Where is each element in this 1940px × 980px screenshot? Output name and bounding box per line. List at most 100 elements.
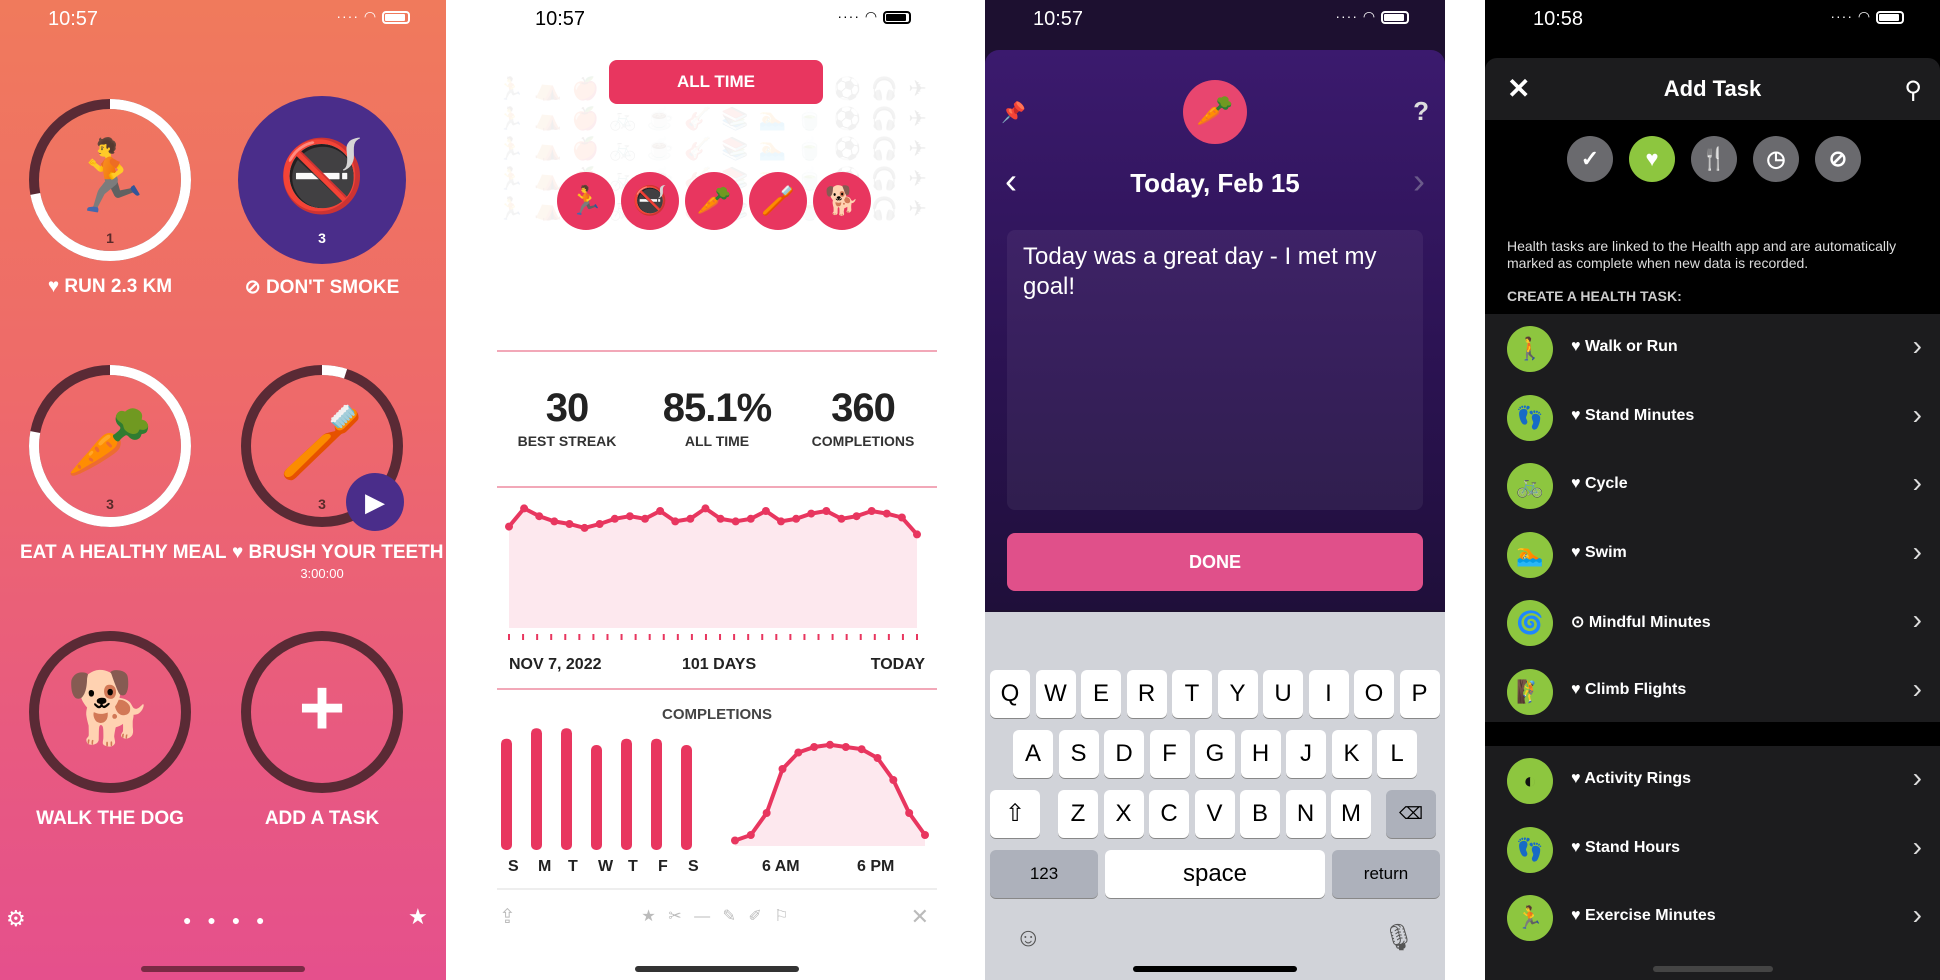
play-button[interactable]: ▶ [346,473,404,531]
hour-point [826,740,834,749]
carrot-icon[interactable]: 🥕 [685,172,743,230]
delete-key[interactable]: ⌫ [1386,790,1436,838]
close-icon[interactable]: ✕ [911,904,929,930]
star-icon[interactable]: ★ [408,904,428,930]
page-indicator[interactable]: ● ● ● ● [183,912,271,928]
list-item[interactable]: ◐ ♥ Activity Rings › [1485,746,1940,814]
prohibited-icon[interactable]: ⊘ [1815,136,1861,182]
key-s[interactable]: S [1058,730,1099,778]
key-i[interactable]: I [1308,670,1349,718]
pin-icon[interactable]: 📌 [1001,100,1026,125]
key-r[interactable]: R [1126,670,1167,718]
checkmark-icon[interactable]: ✓ [1567,136,1613,182]
key-d[interactable]: D [1104,730,1144,778]
key-q[interactable]: Q [990,670,1030,718]
trend-point [852,512,861,521]
chevron-right-icon: › [1912,604,1922,635]
heart-icon[interactable]: ♥ [1629,136,1675,182]
microphone-icon[interactable]: 🎙 [1382,922,1415,953]
list-item[interactable]: 🧗 ♥ Climb Flights › [1485,657,1940,725]
list-item[interactable]: 🏃 ♥ Exercise Minutes › [1485,883,1940,951]
help-icon[interactable]: ? [1413,96,1429,127]
task-walk-dog[interactable]: 🐕 WALK THE DOG [20,628,200,830]
key-n[interactable]: N [1285,790,1326,838]
task-add[interactable]: + ADD A TASK [232,628,412,830]
task-run[interactable]: 🏃 1 ♥ RUN 2.3 KM [20,96,200,298]
range-button[interactable]: ALL TIME [609,60,823,104]
key-c[interactable]: C [1149,790,1189,838]
sheet-title: Add Task [1663,76,1762,101]
list-item-label: ♥ Swim [1571,543,1627,561]
next-day-button[interactable]: › [1413,160,1425,202]
chevron-right-icon: › [1912,330,1922,361]
task-icon-strip: ★ ✂ — ✎ ✐ ⚐ [641,908,793,925]
no-smoking-icon[interactable]: 🚭 [621,172,679,230]
key-y[interactable]: Y [1217,670,1258,718]
list-item[interactable]: 🚲 ♥ Cycle › [1485,451,1940,519]
status-indicators: ···· ◠ [837,8,911,25]
key-g[interactable]: G [1195,730,1235,778]
key-t[interactable]: T [1172,670,1212,718]
key-v[interactable]: V [1194,790,1235,838]
fork-knife-icon[interactable]: 🍴 [1691,136,1737,182]
toothbrush-icon[interactable]: 🪥 [749,172,807,230]
emoji-icon[interactable]: ☺ [1015,922,1042,953]
space-key[interactable]: space [1105,850,1325,898]
list-item[interactable]: 🏊 ♥ Swim › [1485,520,1940,588]
day-label: S [688,858,699,875]
task-count: 1 [106,230,114,246]
key-u[interactable]: U [1263,670,1303,718]
swim-icon: 🏊 [1507,531,1553,578]
category-selector: ✓ ♥ 🍴 ◷ ⊘ [1567,136,1877,182]
gear-icon[interactable]: ⚙ [6,906,26,932]
numbers-key[interactable]: 123 [990,850,1098,898]
status-indicators: ···· ◠ [1830,8,1904,25]
key-h[interactable]: H [1240,730,1281,778]
key-z[interactable]: Z [1058,790,1098,838]
key-x[interactable]: X [1103,790,1144,838]
key-p[interactable]: P [1399,670,1440,718]
task-healthy-meal[interactable]: 🥕 3 EAT A HEALTHY MEAL [20,362,227,564]
task-count: 3 [318,230,326,246]
chevron-right-icon: › [1912,762,1922,793]
key-f[interactable]: F [1149,730,1190,778]
list-item-label: ⊙ Mindful Minutes [1571,614,1711,631]
task-brush-teeth[interactable]: 🪥 3 ♥ BRUSH YOUR TEETH 3:00:00 [232,362,444,581]
list-item[interactable]: 👣 ♥ Stand Hours › [1485,815,1940,883]
clock-icon[interactable]: ◷ [1753,136,1799,182]
axis-end-label: TODAY [870,656,925,673]
key-e[interactable]: E [1081,670,1121,718]
done-button[interactable]: DONE [1007,533,1423,591]
key-j[interactable]: J [1286,730,1326,778]
key-l[interactable]: L [1377,730,1417,778]
journal-text-area[interactable]: Today was a great day - I met my goal! [1007,230,1423,510]
shift-key[interactable]: ⇧ [990,790,1040,838]
list-item[interactable]: 👣 ♥ Stand Minutes › [1485,383,1940,451]
dog-icon[interactable]: 🐕 [813,172,871,230]
task-dont-smoke[interactable]: 🚭 3 ⊘ DON'T SMOKE [232,96,412,299]
key-w[interactable]: W [1035,670,1076,718]
search-icon[interactable]: ⚲ [1904,76,1922,105]
hour-point [841,743,850,751]
key-o[interactable]: O [1354,670,1394,718]
key-b[interactable]: B [1240,790,1280,838]
hour-point [746,831,755,839]
axis-span-label: 101 DAYS [682,656,757,673]
screen-task-grid: 10:57 ···· ◠ 🏃 1 ♥ RUN 2.3 KM 🚭 3 ⊘ DON'T… [0,0,446,980]
task-label: ADD A TASK [264,808,380,829]
day-label: T [628,858,638,875]
runner-icon[interactable]: 🏃 [557,172,615,230]
return-key[interactable]: return [1332,850,1440,898]
list-item[interactable]: 🌀 ⊙ Mindful Minutes › [1485,588,1940,656]
day-bar [681,745,692,850]
list-item[interactable]: 🚶 ♥ Walk or Run › [1485,314,1940,382]
key-m[interactable]: M [1331,790,1371,838]
chevron-right-icon: › [1912,672,1922,704]
key-a[interactable]: A [1013,730,1053,778]
key-k[interactable]: K [1331,730,1372,778]
no-smoking-icon: 🚭 [278,137,366,215]
chevron-right-icon: › [1912,830,1922,862]
hour-point [889,776,898,784]
stat-label: COMPLETIONS [811,433,915,449]
task-label: ♥ BRUSH YOUR TEETH [232,542,444,563]
